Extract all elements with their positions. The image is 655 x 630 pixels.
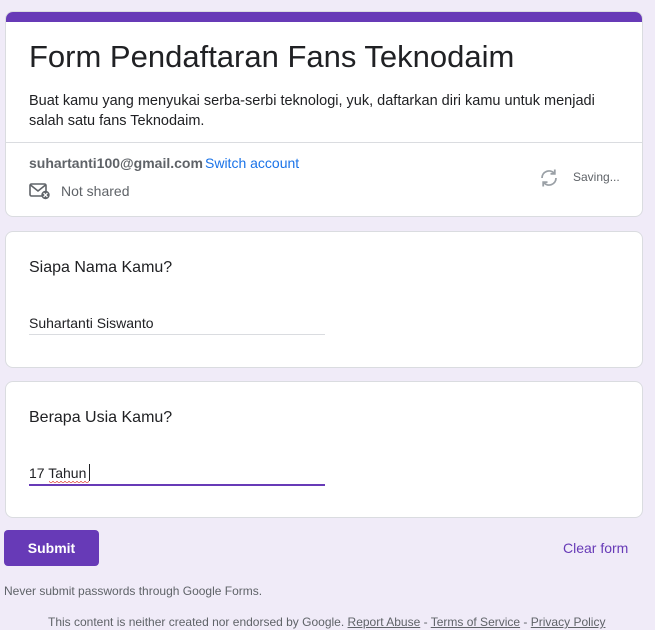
footer: This content is neither created nor endo… [48, 615, 605, 629]
sync-icon [541, 169, 557, 187]
question-card-name: Siapa Nama Kamu? [5, 231, 643, 368]
name-answer-input[interactable] [29, 311, 325, 335]
password-notice: Never submit passwords through Google Fo… [4, 584, 263, 598]
submit-button[interactable]: Submit [4, 530, 99, 566]
clear-form-button[interactable]: Clear form [563, 540, 628, 556]
footer-separator: - [423, 615, 428, 629]
header-divider [6, 142, 642, 143]
question-label: Siapa Nama Kamu? [29, 259, 173, 276]
spellcheck-underline [49, 481, 89, 484]
terms-of-service-link[interactable]: Terms of Service [431, 615, 520, 629]
form-description: Buat kamu yang menyukai serba-serbi tekn… [29, 93, 595, 129]
report-abuse-link[interactable]: Report Abuse [348, 615, 421, 629]
question-card-age: Berapa Usia Kamu? [5, 381, 643, 518]
header-accent-bar [6, 12, 642, 22]
privacy-policy-link[interactable]: Privacy Policy [531, 615, 606, 629]
question-label: Berapa Usia Kamu? [29, 409, 173, 426]
text-caret [89, 464, 90, 481]
not-shared-label: Not shared [61, 183, 130, 199]
footer-separator: - [523, 615, 528, 629]
footer-disclaimer: This content is neither created nor endo… [48, 615, 345, 629]
form-header-card: Form Pendaftaran Fans Teknodaim Buat kam… [5, 11, 643, 217]
account-email: suhartanti100@gmail.com [29, 155, 203, 171]
switch-account-link[interactable]: Switch account [205, 155, 299, 171]
saving-status: Saving... [573, 170, 620, 184]
form-title: Form Pendaftaran Fans Teknodaim [29, 39, 515, 74]
mail-off-icon [29, 183, 50, 200]
